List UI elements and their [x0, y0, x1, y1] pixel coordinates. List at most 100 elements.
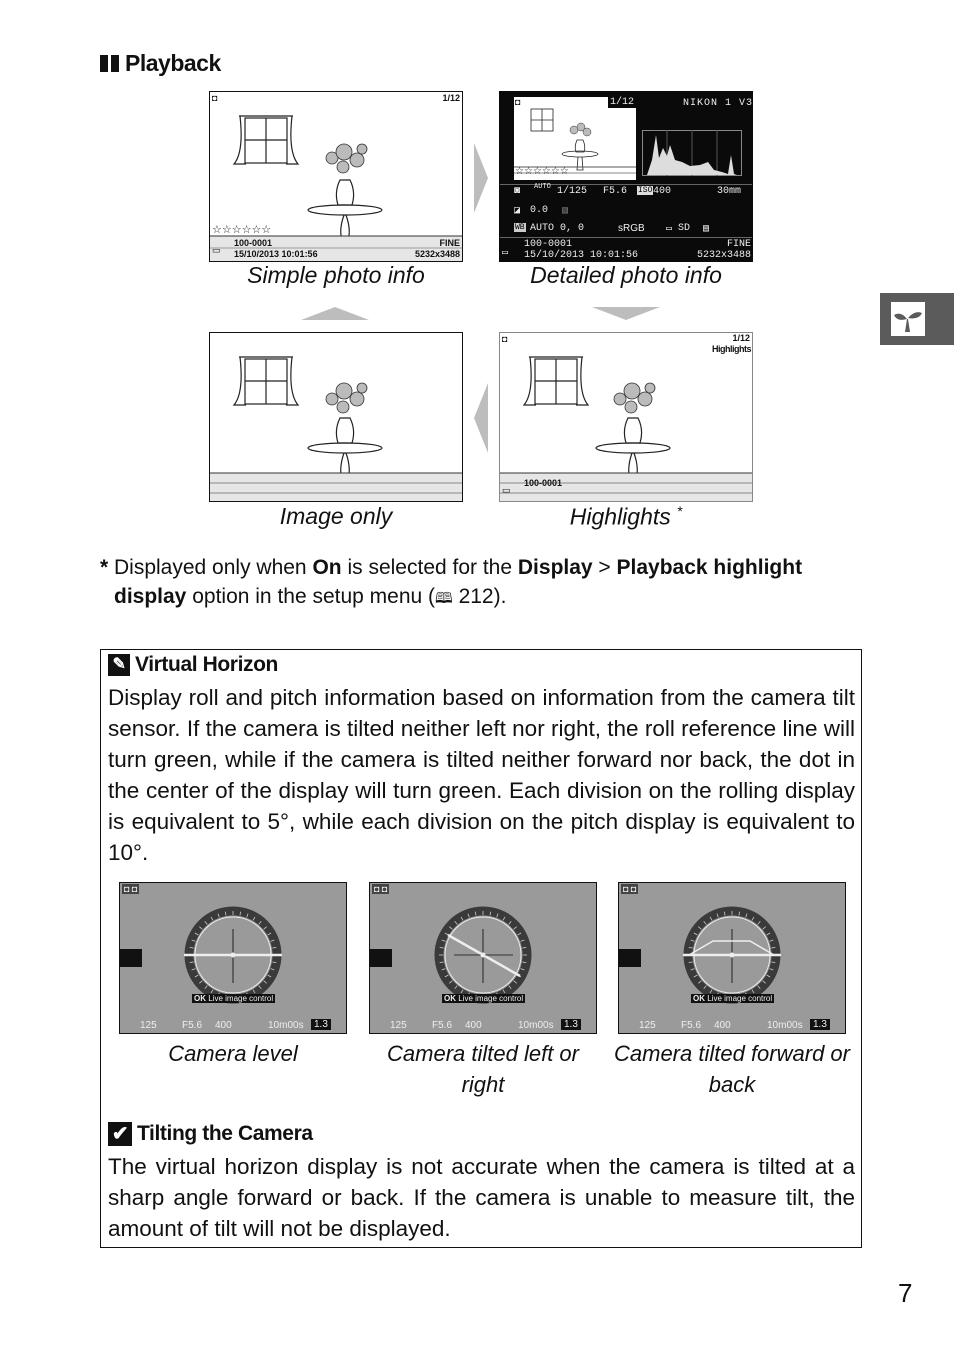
date-time: 15/10/2013 10:01:56 [234, 249, 318, 259]
frames-remaining: 1.3 [311, 1019, 331, 1030]
focal-length: 30mm [717, 186, 742, 197]
caption-roll: Camera tilted left or right [387, 1041, 579, 1097]
live-image-control-button: OK Live image control [691, 994, 775, 1003]
aperture: F5.6 [182, 1020, 203, 1031]
auto-mode-label: AUTO [534, 183, 551, 191]
scene-illustration [210, 356, 462, 501]
virtual-horizon-screen-level: ◘ ◘ OK Live image control 125 F5.6 400 1… [119, 882, 347, 1034]
virtual-horizon-body: Display roll and pitch information based… [108, 685, 855, 865]
battery-icon: ▭ [502, 248, 509, 259]
footnote: * Displayed only when On is selected for… [100, 553, 870, 613]
iso: 400 [215, 1020, 232, 1031]
virtual-horizon-heading: ✎ Virtual Horizon [108, 653, 278, 677]
scene-illustration [500, 356, 752, 501]
image-size: 5232x3488 [414, 249, 460, 259]
live-image-control-button: OK Live image control [442, 994, 526, 1003]
file-number: 100-0001 [234, 238, 273, 248]
note-box: ✎ Virtual Horizon Display roll and pitch… [100, 649, 862, 1248]
sprout-icon [891, 302, 925, 336]
thumbnail-preview: ◘ 1/12 ☆☆☆☆☆☆ [514, 97, 636, 180]
caption-image-only: Image only [279, 503, 393, 529]
tilting-camera-heading: ✔ Tilting the Camera [108, 1122, 313, 1146]
arrow-left-icon [474, 383, 488, 453]
frames-remaining: 1.3 [810, 1019, 830, 1030]
shooting-mode-icon [370, 949, 392, 967]
section-marker-icon [100, 55, 119, 72]
caption-detailed-photo-info: Detailed photo info [530, 262, 722, 288]
picture-control-icon: ▭ [666, 224, 673, 235]
caption-pitch: Camera tilted forward or back [614, 1041, 850, 1097]
arrow-up-icon [301, 307, 369, 320]
center-dot [480, 952, 486, 958]
exposure-comp-icon: ◪ [514, 206, 521, 217]
rating-stars: ☆☆☆☆☆☆ [515, 166, 569, 177]
frame-counter: 1/12 [442, 93, 460, 103]
section-title: Playback [125, 50, 221, 76]
shooting-mode-icon [120, 949, 142, 967]
recording-time: 10m00s [518, 1020, 554, 1031]
page-number: 7 [898, 1278, 913, 1308]
shutter-speed: 1/125 [557, 186, 588, 197]
metering-icon: ◙ [514, 186, 521, 197]
caption-simple-photo-info: Simple photo info [247, 262, 425, 288]
aperture: F5.6 [432, 1020, 453, 1031]
arrow-right-icon [474, 143, 488, 213]
image-quality: FINE [726, 239, 751, 250]
pencil-icon: ✎ [108, 654, 130, 676]
footnote-mark: * [676, 503, 683, 519]
camera-mode-icon: ◘ [212, 93, 218, 103]
frames-remaining: 1.3 [561, 1019, 581, 1030]
caption-highlights: Highlights * [569, 503, 683, 530]
caption-level: Camera level [168, 1041, 298, 1066]
camera-mode-icon: ◘ ◘ [621, 884, 639, 894]
shutter-speed: 125 [390, 1020, 407, 1031]
exposure-comp-value: 0.0 [530, 205, 549, 216]
iso-value: 400 [653, 186, 672, 197]
live-image-control-button: OK Live image control [192, 994, 276, 1003]
screen-detailed-photo-info: ◘ 1/12 ☆☆☆☆☆☆ NIKON 1 V3 ◙ AUTO 1/125 F5… [499, 91, 753, 262]
shooting-mode-icon [619, 949, 641, 967]
color-space: sRGB [618, 223, 645, 234]
shutter-speed: 125 [639, 1020, 656, 1031]
camera-mode-icon: ◘ [515, 97, 521, 107]
frame-counter: 1/12 [607, 97, 636, 108]
virtual-horizon-screen-pitch: ◘ ◘ OK Live image control 125 F5.6 400 1… [618, 882, 846, 1034]
screen-simple-photo-info: ◘ 1/12 ☆☆☆☆☆☆ ▭ 100-0001 15/10/2013 10:0… [209, 91, 463, 262]
wb-label: WB [514, 223, 526, 232]
section-heading-playback: Playback [100, 50, 221, 77]
aperture: F5.6 [681, 1020, 702, 1031]
recording-time: 10m00s [268, 1020, 304, 1031]
scene-illustration [210, 115, 462, 261]
iso: 400 [714, 1020, 731, 1031]
frame-counter: 1/12 [732, 333, 750, 343]
camera-mode-icon: ◘ ◘ [122, 884, 140, 894]
image-size: 5232x3488 [696, 250, 751, 261]
chapter-tab[interactable] [880, 293, 954, 345]
date-time: 15/10/2013 10:01:56 [524, 250, 639, 261]
book-icon: 🕮 [435, 590, 453, 607]
highlights-label: Highlights [712, 344, 752, 354]
d-lighting-icon: ▤ [703, 224, 710, 235]
flash-comp-icon: ▧ [562, 206, 569, 217]
virtual-horizon-screen-roll: ◘ ◘ OK Live image control 125 F5.6 400 1… [369, 882, 597, 1034]
battery-icon: ▭ [502, 485, 511, 495]
option-on: On [312, 556, 342, 579]
rating-stars: ☆☆☆☆☆☆ [212, 224, 272, 236]
center-dot [230, 952, 236, 958]
wb-fine-tune: 0, 0 [560, 223, 585, 234]
recording-time: 10m00s [767, 1020, 803, 1031]
file-number: 100-0001 [524, 478, 563, 488]
page-reference-link[interactable]: 212 [459, 585, 494, 608]
menu-display: Display [517, 556, 593, 579]
camera-mode-icon: ◘ ◘ [372, 884, 390, 894]
file-number: 100-0001 [524, 239, 573, 250]
histogram [642, 130, 742, 176]
picture-control: SD [678, 223, 691, 234]
aperture: F5.6 [603, 186, 628, 197]
screen-image-only [209, 332, 463, 502]
image-quality: FINE [439, 238, 460, 248]
screen-highlights: ◘ 1/12 Highlights ▭ 100-0001 [499, 332, 753, 502]
iso: 400 [465, 1020, 482, 1031]
checkmark-icon: ✔ [108, 1122, 132, 1146]
camera-mode-icon: ◘ [502, 334, 508, 344]
